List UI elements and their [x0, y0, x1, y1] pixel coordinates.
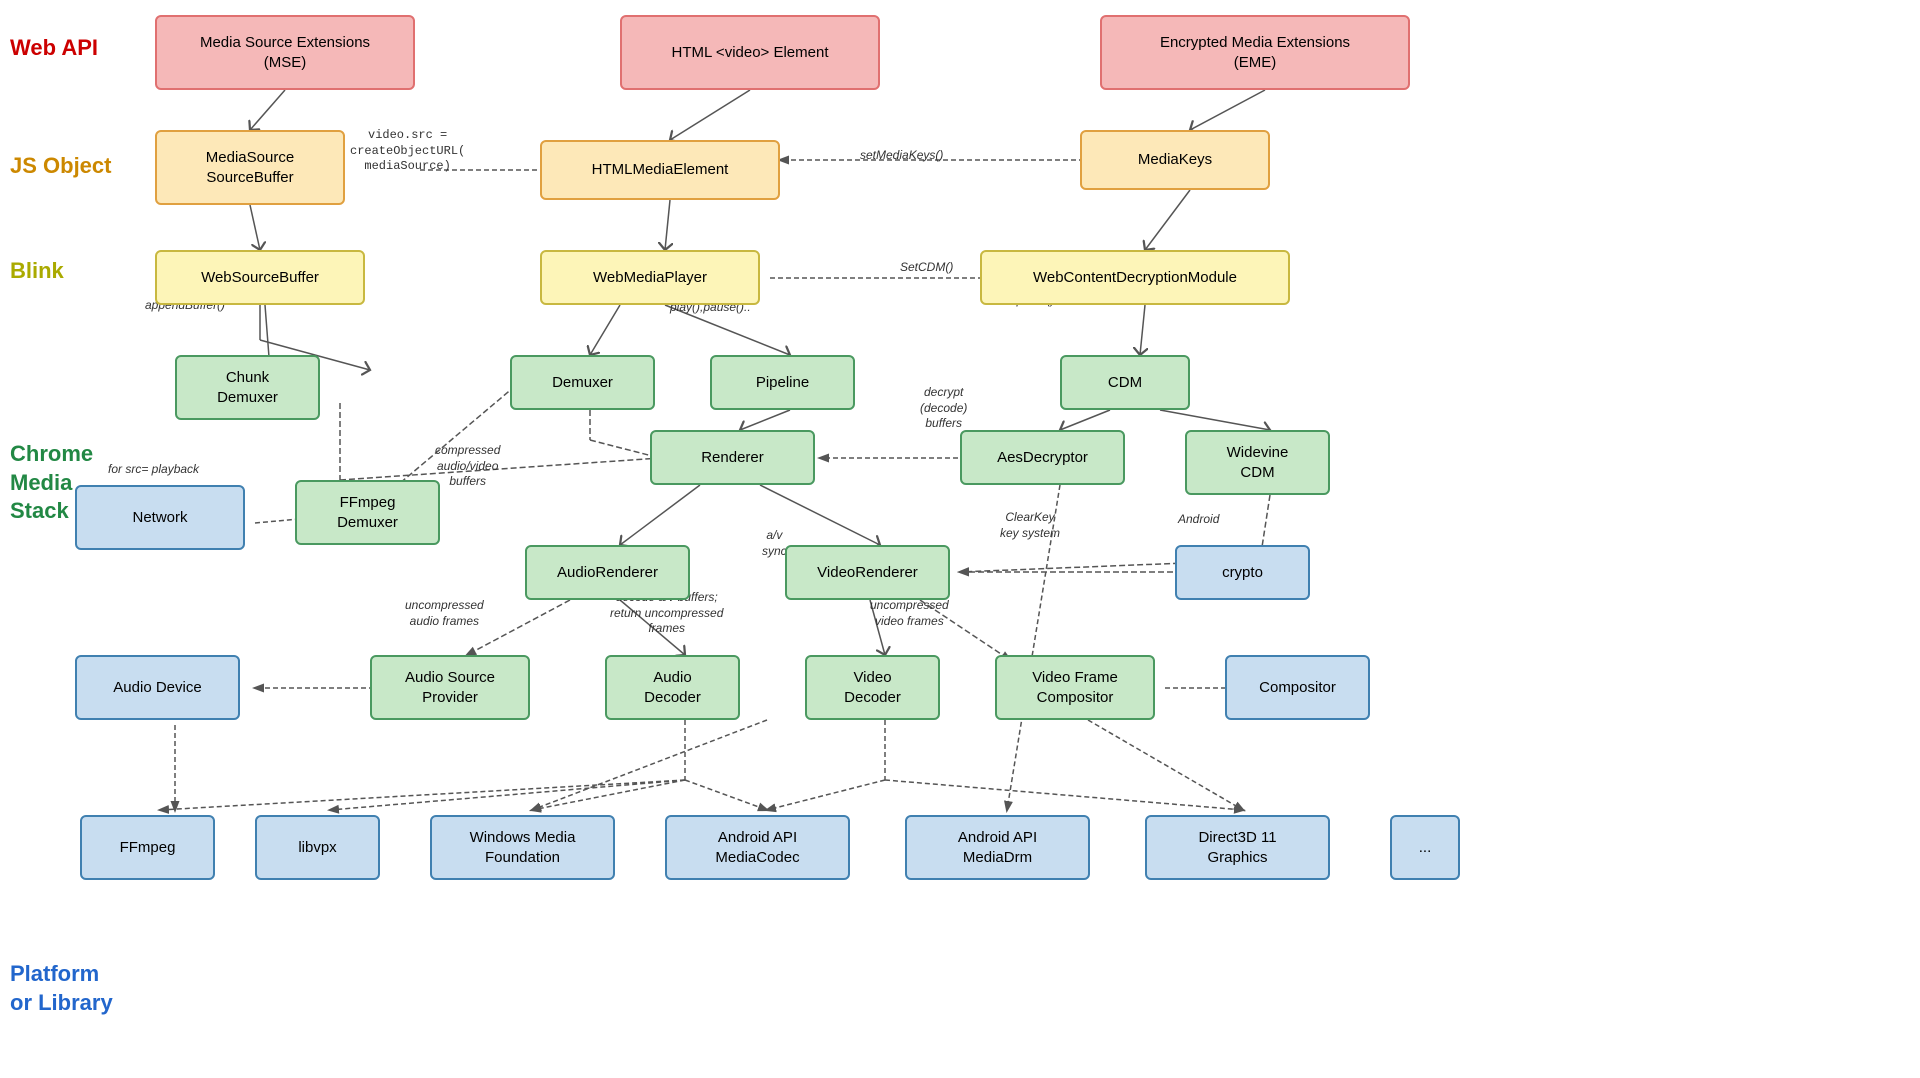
diagram-container: Web API JS Object Blink Chrome Media Sta… — [0, 0, 1920, 1078]
box-video-renderer: VideoRenderer — [785, 545, 950, 600]
box-audio-decoder: AudioDecoder — [605, 655, 740, 720]
box-video-decoder: VideoDecoder — [805, 655, 940, 720]
annot-decrypt: decrypt(decode)buffers — [920, 385, 967, 432]
box-audio-device: Audio Device — [75, 655, 240, 720]
annot-uncompressed-audio: uncompressedaudio frames — [405, 598, 484, 629]
box-audio-source-provider: Audio SourceProvider — [370, 655, 530, 720]
box-audio-renderer: AudioRenderer — [525, 545, 690, 600]
annot-compressed: compressedaudio/videobuffers — [435, 443, 500, 490]
box-network: Network — [75, 485, 245, 550]
annot-setmediakeys: setMediaKeys() — [860, 148, 943, 164]
box-ffmpeg-demuxer: FFmpegDemuxer — [295, 480, 440, 545]
box-ffmpeg: FFmpeg — [80, 815, 215, 880]
box-webmediaplayer: WebMediaPlayer — [540, 250, 760, 305]
box-mediasource-sourcebuffer: MediaSourceSourceBuffer — [155, 130, 345, 205]
box-android-mediadrm: Android APIMediaDrm — [905, 815, 1090, 880]
box-html-video: HTML <video> Element — [620, 15, 880, 90]
annot-av-sync: a/vsync — [762, 528, 787, 559]
box-aesdecryptor: AesDecryptor — [960, 430, 1125, 485]
box-direct3d: Direct3D 11Graphics — [1145, 815, 1330, 880]
box-video-frame-compositor: Video FrameCompositor — [995, 655, 1155, 720]
box-compositor: Compositor — [1225, 655, 1370, 720]
box-libvpx: libvpx — [255, 815, 380, 880]
box-ellipsis: ... — [1390, 815, 1460, 880]
layer-web-api: Web API — [10, 35, 98, 61]
layer-js-object: JS Object — [10, 153, 111, 179]
annot-createobjecturl: video.src =createObjectURL(mediaSource) — [350, 128, 465, 175]
box-webcontentdecryptionmodule: WebContentDecryptionModule — [980, 250, 1290, 305]
box-cdm: CDM — [1060, 355, 1190, 410]
box-crypto: crypto — [1175, 545, 1310, 600]
annot-setcdm: SetCDM() — [900, 260, 953, 276]
layer-platform-library: Platformor Library — [10, 960, 113, 1017]
annot-clearkey: ClearKeykey system — [1000, 510, 1060, 541]
annot-android: Android — [1178, 512, 1219, 528]
annot-for-src: for src= playback — [108, 462, 199, 478]
box-mediakeys: MediaKeys — [1080, 130, 1270, 190]
box-demuxer: Demuxer — [510, 355, 655, 410]
box-android-mediacodec: Android APIMediaCodec — [665, 815, 850, 880]
annot-uncompressed-video: uncompressedvideo frames — [870, 598, 949, 629]
box-widevine-cdm: WidevineCDM — [1185, 430, 1330, 495]
box-pipeline: Pipeline — [710, 355, 855, 410]
box-windows-media-foundation: Windows MediaFoundation — [430, 815, 615, 880]
box-chunk-demuxer: ChunkDemuxer — [175, 355, 320, 420]
box-eme: Encrypted Media Extensions(EME) — [1100, 15, 1410, 90]
box-websourcebuffer: WebSourceBuffer — [155, 250, 365, 305]
layer-blink: Blink — [10, 258, 64, 284]
box-renderer: Renderer — [650, 430, 815, 485]
box-mse: Media Source Extensions(MSE) — [155, 15, 415, 90]
box-htmlmediaelement: HTMLMediaElement — [540, 140, 780, 200]
